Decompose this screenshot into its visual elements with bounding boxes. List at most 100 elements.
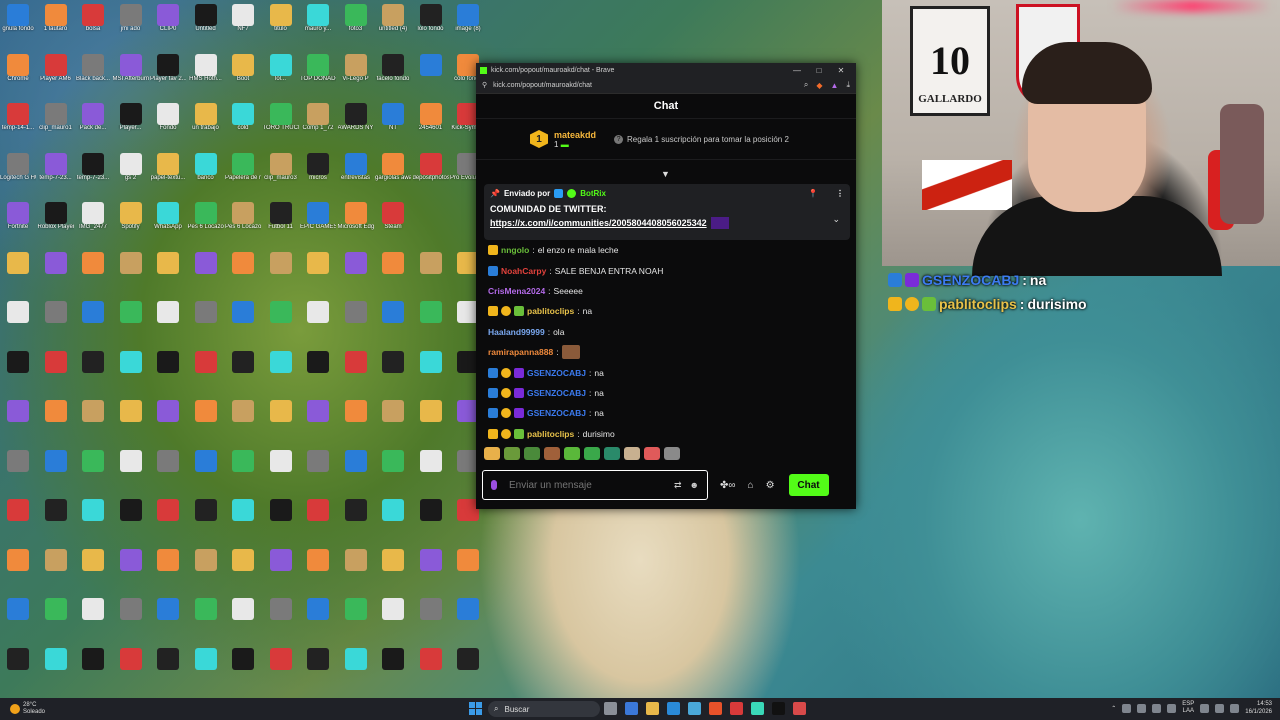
desktop-shortcut[interactable]: gargiolas awards (375, 152, 411, 197)
desktop-shortcut[interactable] (375, 499, 411, 543)
desktop-shortcut[interactable]: HMS Hoth... (188, 53, 224, 98)
desktop-shortcut[interactable] (300, 499, 336, 543)
desktop-shortcut[interactable] (38, 647, 74, 692)
desktop-shortcut[interactable] (300, 449, 336, 494)
desktop-shortcut[interactable]: cold (225, 103, 261, 147)
desktop-shortcut[interactable] (188, 400, 224, 444)
obs-icon[interactable] (793, 702, 806, 715)
desktop-shortcut[interactable] (225, 400, 261, 444)
file-explorer-icon[interactable] (646, 702, 659, 715)
desktop-shortcut[interactable]: clip_mauro1 (38, 103, 74, 147)
desktop-shortcut[interactable] (300, 400, 336, 444)
desktop-shortcut[interactable] (188, 548, 224, 593)
desktop-shortcut[interactable] (188, 350, 224, 395)
desktop-shortcut[interactable] (38, 400, 74, 444)
desktop-shortcut[interactable] (0, 251, 36, 296)
emote-icon[interactable] (484, 447, 500, 460)
edge-icon[interactable] (667, 702, 680, 715)
desktop-shortcut[interactable] (338, 400, 374, 444)
emote-icon[interactable] (544, 447, 560, 460)
taskbar-search[interactable]: ⌕ Buscar (488, 701, 600, 717)
desktop-shortcut[interactable] (413, 647, 449, 692)
desktop-shortcut[interactable]: micros (300, 152, 336, 197)
desktop-shortcut[interactable] (38, 449, 74, 494)
desktop-shortcut[interactable] (375, 647, 411, 692)
desktop-shortcut[interactable] (150, 301, 186, 345)
desktop-shortcut[interactable]: MSI Afterburner (113, 53, 149, 98)
desktop-shortcut[interactable] (375, 251, 411, 296)
desktop-shortcut[interactable] (150, 548, 186, 593)
desktop-shortcut[interactable] (38, 499, 74, 543)
desktop-shortcut[interactable] (450, 647, 486, 692)
desktop-shortcut[interactable]: Black back... (75, 53, 111, 98)
desktop-shortcut[interactable] (263, 598, 299, 642)
chat-username[interactable]: GSENZOCABJ (527, 388, 586, 398)
start-button[interactable] (469, 702, 482, 715)
voice-icon[interactable] (491, 480, 497, 490)
address-bar[interactable]: ⚲ kick.com/popout/mauroakd/chat ⌕ ◆ ▲ ⤓ (476, 77, 856, 94)
desktop-shortcut[interactable]: untitled (4) (375, 4, 411, 48)
desktop-shortcut[interactable]: Microsoft Edge (338, 202, 374, 246)
emote-icon[interactable] (584, 447, 600, 460)
desktop-shortcut[interactable]: Logitech G HUB (0, 152, 36, 197)
desktop-shortcut[interactable] (263, 548, 299, 593)
desktop-shortcut[interactable] (263, 251, 299, 296)
desktop-shortcut[interactable]: AWARDS NY (338, 103, 374, 147)
brave-shield-icon[interactable]: ◆ (816, 81, 822, 90)
desktop-shortcut[interactable] (413, 251, 449, 296)
minimize-button[interactable]: — (786, 66, 808, 75)
app-icon[interactable] (730, 702, 743, 715)
desktop-shortcut[interactable]: Steam (375, 202, 411, 246)
desktop-shortcut[interactable] (188, 251, 224, 296)
desktop-shortcut[interactable] (188, 647, 224, 692)
tray-icon[interactable] (1137, 703, 1147, 713)
desktop-shortcut[interactable]: facelo fondo (375, 53, 411, 98)
store-app-icon[interactable] (688, 702, 701, 715)
rewards-icon[interactable]: ▲ (831, 81, 839, 90)
desktop-shortcut[interactable] (338, 301, 374, 345)
desktop-shortcut[interactable] (413, 350, 449, 395)
chat-username[interactable]: CrisMena2024 (488, 286, 545, 296)
desktop-shortcut[interactable] (150, 251, 186, 296)
chat-username[interactable]: pablitoclips (527, 306, 574, 316)
desktop-shortcut[interactable]: 2454601 (413, 103, 449, 147)
desktop-shortcut[interactable]: TOP DONADOR (300, 53, 336, 98)
emoji-icon[interactable]: ☻ (690, 480, 699, 490)
chevron-down-icon[interactable]: ⌄ (832, 214, 840, 225)
desktop-shortcut[interactable]: NT (375, 103, 411, 147)
tray-icon[interactable] (1152, 703, 1162, 713)
weather-widget[interactable]: 28°C Soleado (10, 702, 45, 716)
store-icon[interactable]: ⌂ (748, 480, 754, 491)
desktop-shortcut[interactable] (225, 598, 261, 642)
desktop-shortcut[interactable] (150, 449, 186, 494)
desktop-shortcut[interactable] (0, 598, 36, 642)
desktop-shortcut[interactable]: mauro y... (300, 4, 336, 48)
desktop-shortcut[interactable]: Untitled (188, 4, 224, 48)
desktop-shortcut[interactable] (113, 598, 149, 642)
zoom-icon[interactable]: ⌕ (804, 80, 808, 90)
desktop-shortcut[interactable] (263, 350, 299, 395)
desktop-shortcut[interactable]: Pes 6 Locazo (188, 202, 224, 246)
desktop-shortcut[interactable] (225, 449, 261, 494)
desktop-shortcut[interactable] (263, 400, 299, 444)
desktop-shortcut[interactable]: lol... (263, 53, 299, 98)
desktop-shortcut[interactable]: CLIP0 (150, 4, 186, 48)
close-button[interactable]: ✕ (830, 66, 852, 75)
desktop-shortcut[interactable] (75, 301, 111, 345)
language-indicator[interactable]: ESP LAA (1182, 701, 1194, 715)
desktop-shortcut[interactable] (150, 647, 186, 692)
desktop-shortcut[interactable] (450, 598, 486, 642)
collapse-pinned-icon[interactable]: ▼ (661, 169, 670, 179)
desktop-shortcut[interactable] (150, 598, 186, 642)
desktop-shortcut[interactable] (75, 251, 111, 296)
desktop-shortcut[interactable] (225, 251, 261, 296)
chat-username[interactable]: NoahCarpy (501, 266, 546, 276)
desktop-shortcut[interactable] (300, 301, 336, 345)
desktop-shortcut[interactable] (113, 251, 149, 296)
desktop-shortcut[interactable] (75, 598, 111, 642)
emote-icon[interactable] (664, 447, 680, 460)
desktop-shortcut[interactable]: gnula fondo (0, 4, 36, 48)
desktop-shortcut[interactable]: Roblox Player (38, 202, 74, 246)
desktop-shortcut[interactable] (225, 548, 261, 593)
maximize-button[interactable]: □ (808, 66, 830, 75)
